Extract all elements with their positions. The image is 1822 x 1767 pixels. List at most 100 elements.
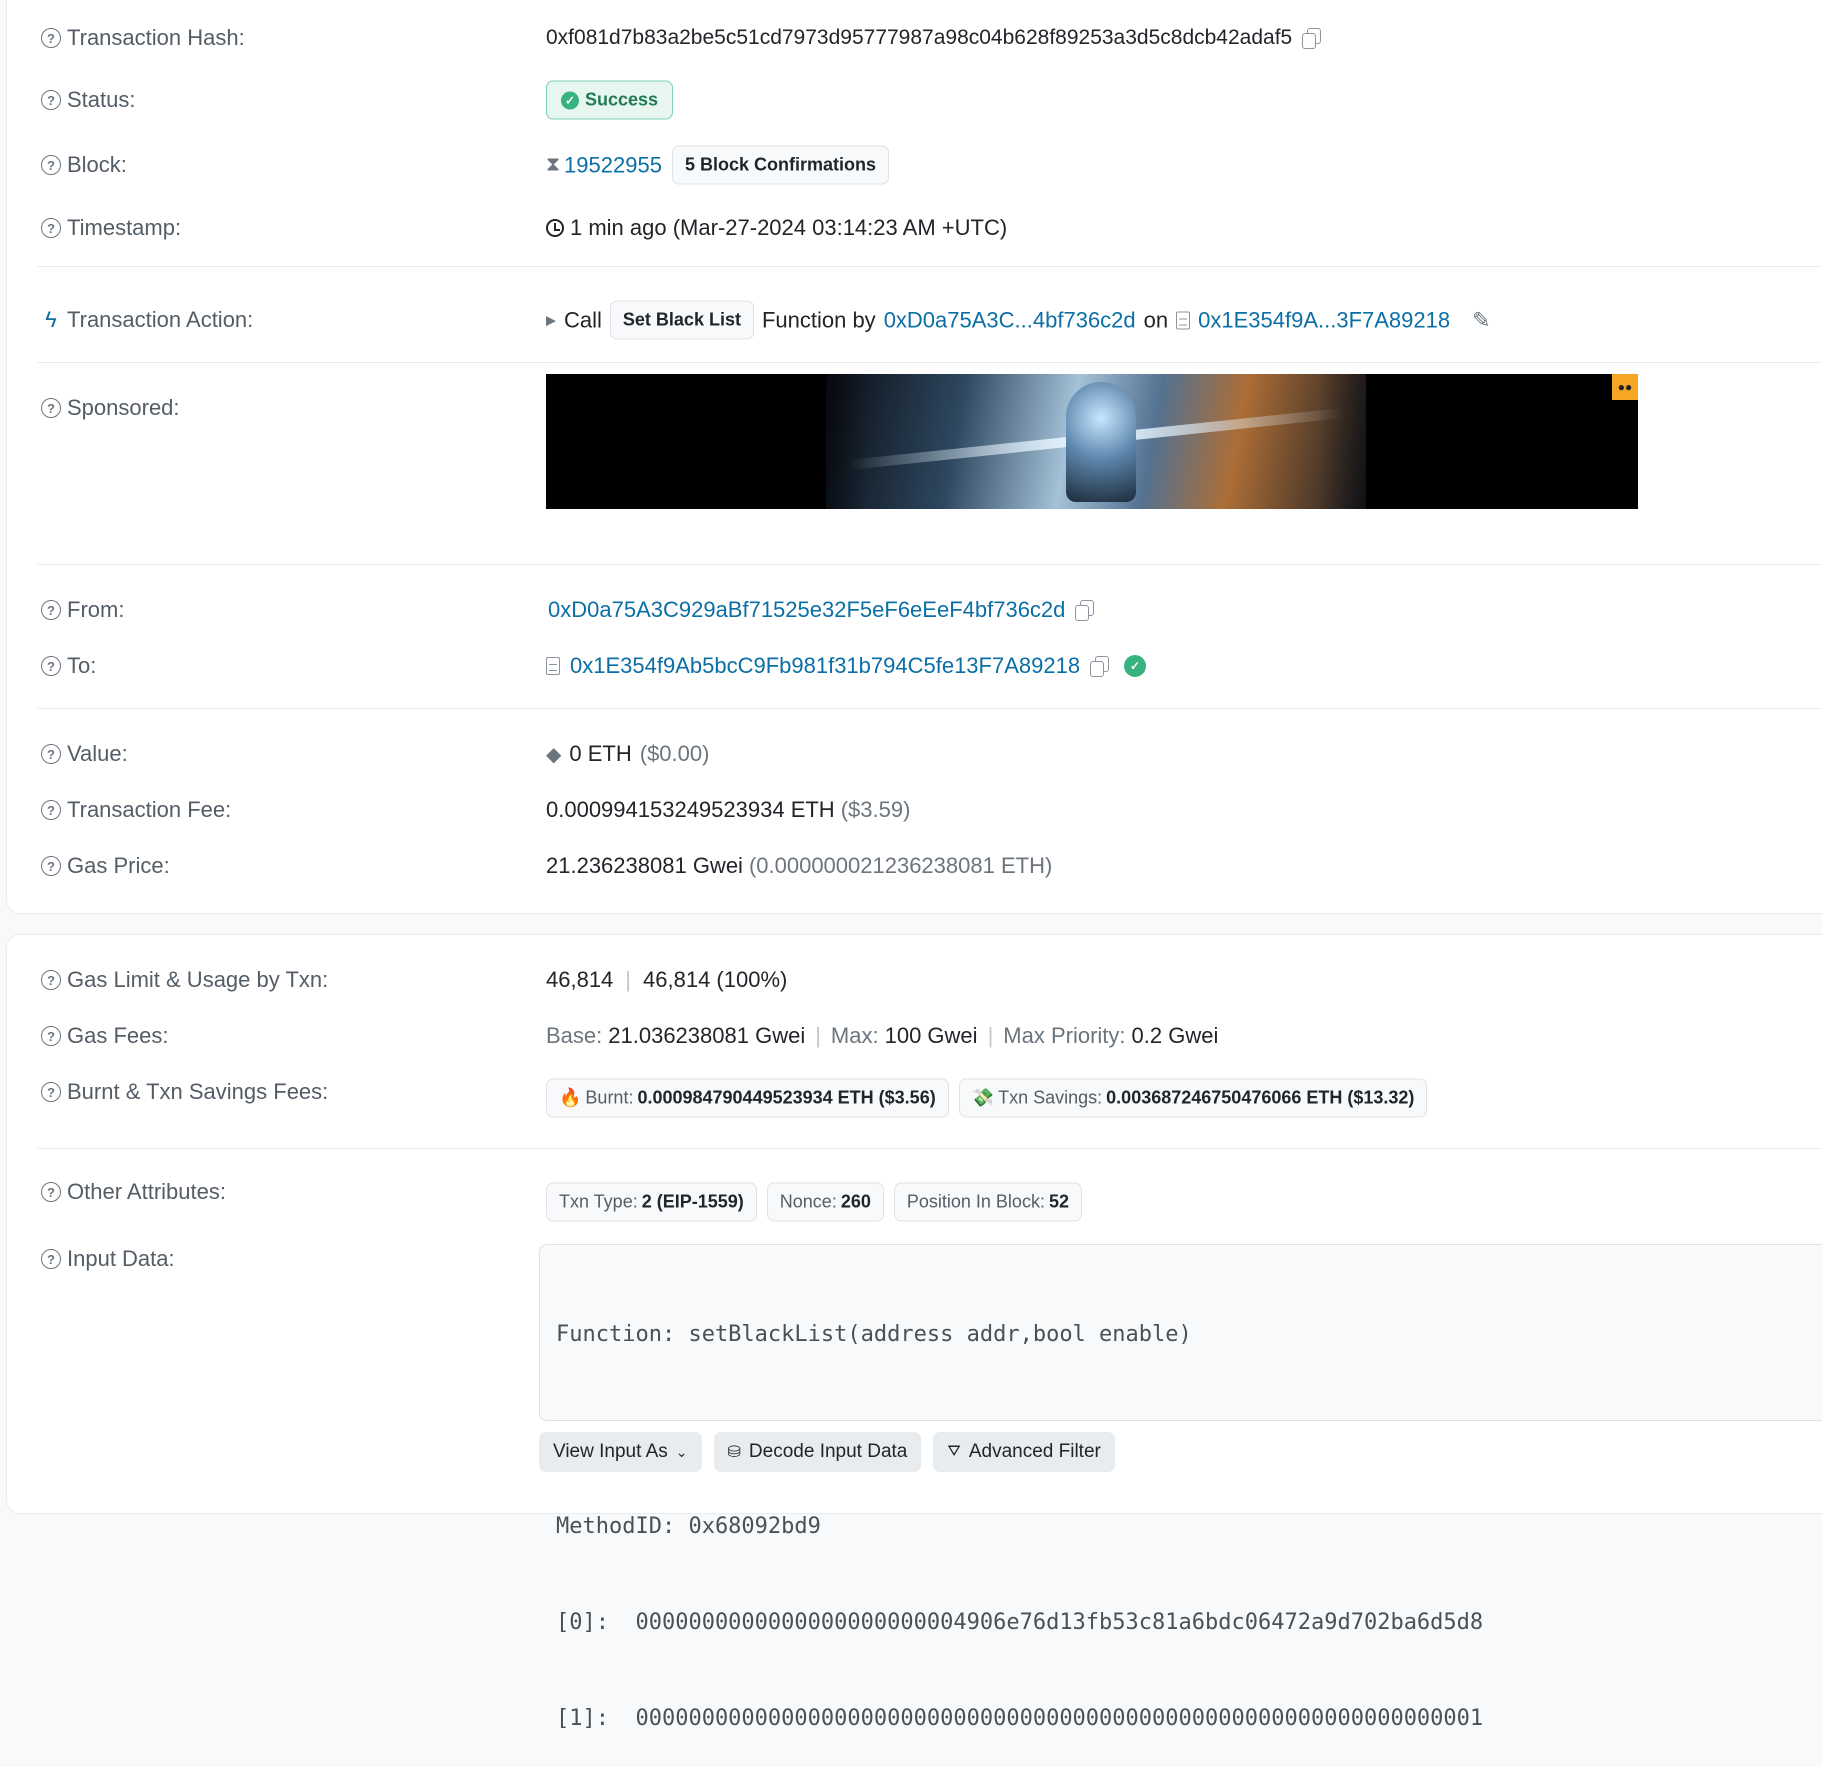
- row-other-attributes: ? Other Attributes: Txn Type: 2 (EIP-1559)…: [7, 1170, 1822, 1230]
- status-badge: ✓ Success: [546, 80, 674, 120]
- row-burnt-savings: ? Burnt & Txn Savings Fees: 🔥 Burnt: 0.0009…: [7, 1068, 1822, 1128]
- divider: [37, 362, 1822, 363]
- check-circle-icon: ✓: [561, 91, 579, 109]
- contract-address-link[interactable]: 0x1E354f9A...3F7A89218: [1198, 307, 1450, 333]
- gas-price-eth: (0.000000021236238081 ETH): [748, 853, 1053, 878]
- copy-icon[interactable]: [1075, 600, 1095, 621]
- question-circle-icon[interactable]: ?: [41, 970, 61, 990]
- burnt-key: Burnt:: [585, 1087, 634, 1108]
- question-circle-icon[interactable]: ?: [41, 28, 61, 48]
- row-block: ? Block: ⧗ 19522955 5 Block Confirmations: [7, 141, 1822, 189]
- banner-character-image: [1066, 382, 1136, 502]
- transaction-action-label: Transaction Action:: [67, 307, 254, 332]
- question-circle-icon[interactable]: ?: [41, 218, 61, 238]
- separator: |: [625, 967, 632, 992]
- row-value: ? Value: ◆ 0 ETH ($0.00): [7, 730, 1822, 778]
- action-call-text: Call: [564, 307, 602, 332]
- burnt-fees-badge: 🔥 Burnt: 0.000984790449523934 ETH ($3.56): [546, 1078, 949, 1118]
- pencil-icon[interactable]: ✎: [1472, 307, 1490, 333]
- filter-icon: ⛛: [947, 1443, 961, 1460]
- copy-icon[interactable]: [1302, 28, 1322, 49]
- transaction-fee-usd: ($3.59): [840, 797, 911, 822]
- question-circle-icon[interactable]: ?: [41, 1249, 61, 1269]
- input-line: [0]: 0000000000000000000000004906e76d13f…: [556, 1610, 1484, 1635]
- question-circle-icon[interactable]: ?: [41, 744, 61, 764]
- max-priority-value: 0.2 Gwei: [1131, 1023, 1219, 1048]
- transaction-fee-amount: 0.000994153249523934 ETH: [546, 797, 835, 822]
- savings-key: Txn Savings:: [998, 1087, 1103, 1108]
- sponsored-label: Sponsored:: [67, 395, 180, 420]
- sponsored-banner[interactable]: ●●: [546, 374, 1638, 509]
- base-fee-key: Base:: [546, 1023, 603, 1048]
- burnt-savings-label: Burnt & Txn Savings Fees:: [67, 1079, 329, 1104]
- position-in-block-badge: Position In Block: 52: [893, 1182, 1082, 1222]
- caller-address-link[interactable]: 0xD0a75A3C...4bf736c2d: [884, 307, 1136, 333]
- lightning-icon: ϟ: [45, 307, 57, 332]
- input-data-textarea[interactable]: Function: setBlackList(address addr,bool…: [539, 1244, 1822, 1731]
- block-number-link[interactable]: 19522955: [564, 152, 662, 178]
- input-line: [1]: 00000000000000000000000000000000000…: [556, 1706, 1484, 1731]
- row-gas-fees: ? Gas Fees: Base: 21.036238081 Gwei | Max…: [7, 1012, 1822, 1060]
- row-gas-limit: ? Gas Limit & Usage by Txn: 46,814 | 46,8…: [7, 956, 1822, 1004]
- txn-type-badge: Txn Type: 2 (EIP-1559): [546, 1182, 757, 1222]
- timestamp-label: Timestamp:: [67, 215, 182, 240]
- from-label: From:: [67, 597, 125, 622]
- value-usd: ($0.00): [639, 741, 710, 766]
- input-line: MethodID: 0x68092bd9: [556, 1514, 821, 1539]
- gas-price-label: Gas Price:: [67, 853, 170, 878]
- input-data-actions: View Input As ⌄ ⛁ Decode Input Data ⛛ Advan…: [539, 1432, 1115, 1472]
- chevron-down-icon: ⌄: [675, 1443, 688, 1460]
- block-label: Block:: [67, 152, 127, 177]
- hourglass-icon: ⧗: [546, 153, 561, 176]
- tx-hash-value: 0xf081d7b83a2be5c51cd7973d95777987a98c04…: [546, 26, 1293, 49]
- decode-input-data-button[interactable]: ⛁ Decode Input Data: [713, 1432, 922, 1472]
- cubes-icon: ⛁: [727, 1444, 741, 1461]
- question-circle-icon[interactable]: ?: [41, 1082, 61, 1102]
- gas-limit-value: 46,814: [546, 967, 614, 992]
- divider: [37, 708, 1822, 709]
- question-circle-icon[interactable]: ?: [41, 398, 61, 418]
- money-icon: 💸: [971, 1087, 995, 1108]
- input-line: Function: setBlackList(address addr,bool…: [556, 1322, 1192, 1347]
- burnt-value: 0.000984790449523934 ETH ($3.56): [637, 1087, 936, 1108]
- row-status: ? Status: ✓ Success: [7, 76, 1822, 124]
- document-icon: [546, 657, 560, 675]
- gas-price-amount: 21.236238081 Gwei: [546, 853, 743, 878]
- method-badge: Set Black List: [609, 300, 754, 340]
- base-fee-value: 21.036238081 Gwei: [608, 1023, 806, 1048]
- divider: [37, 1148, 1822, 1149]
- caret-right-icon[interactable]: ▶: [546, 312, 556, 328]
- on-text: on: [1143, 307, 1169, 332]
- question-circle-icon[interactable]: ?: [41, 800, 61, 820]
- max-priority-key: Max Priority:: [1003, 1023, 1126, 1048]
- question-circle-icon[interactable]: ?: [41, 90, 61, 110]
- row-transaction-fee: ? Transaction Fee: 0.000994153249523934 E…: [7, 786, 1822, 834]
- separator: |: [987, 1023, 994, 1048]
- ad-corner-icon[interactable]: ●●: [1612, 374, 1638, 400]
- transaction-overview-card: ? Transaction Hash: 0xf081d7b83a2be5c51cd…: [6, 0, 1822, 914]
- view-input-as-button[interactable]: View Input As ⌄: [539, 1432, 702, 1472]
- nonce-badge: Nonce: 260: [766, 1182, 884, 1222]
- question-circle-icon[interactable]: ?: [41, 600, 61, 620]
- max-fee-key: Max:: [830, 1023, 879, 1048]
- transaction-fee-label: Transaction Fee:: [67, 797, 232, 822]
- question-circle-icon[interactable]: ?: [41, 155, 61, 175]
- input-data-label: Input Data:: [67, 1246, 175, 1271]
- question-circle-icon[interactable]: ?: [41, 1182, 61, 1202]
- value-label: Value:: [67, 741, 128, 766]
- advanced-filter-button[interactable]: ⛛ Advanced Filter: [933, 1432, 1115, 1472]
- gas-usage-value: 46,814 (100%): [643, 967, 788, 992]
- copy-icon[interactable]: [1090, 656, 1110, 677]
- document-icon: [1176, 311, 1191, 329]
- question-circle-icon[interactable]: ?: [41, 856, 61, 876]
- question-circle-icon[interactable]: ?: [41, 656, 61, 676]
- divider: [37, 266, 1822, 267]
- question-circle-icon[interactable]: ?: [41, 1026, 61, 1046]
- to-address-link[interactable]: 0x1E354f9Ab5bcC9Fb981f31b794C5fe13F7A892…: [570, 653, 1080, 679]
- row-gas-price: ? Gas Price: 21.236238081 Gwei (0.0000000…: [7, 842, 1822, 890]
- row-transaction-action: ϟ Transaction Action: ▶ Call Set Black Li…: [7, 296, 1822, 344]
- from-address-link[interactable]: 0xD0a75A3C929aBf71525e32F5eF6eEeF4bf736c…: [548, 597, 1065, 623]
- status-label: Status:: [67, 87, 136, 112]
- divider: [37, 564, 1822, 565]
- txn-savings-badge: 💸 Txn Savings: 0.003687246750476066 ETH ($…: [958, 1078, 1428, 1118]
